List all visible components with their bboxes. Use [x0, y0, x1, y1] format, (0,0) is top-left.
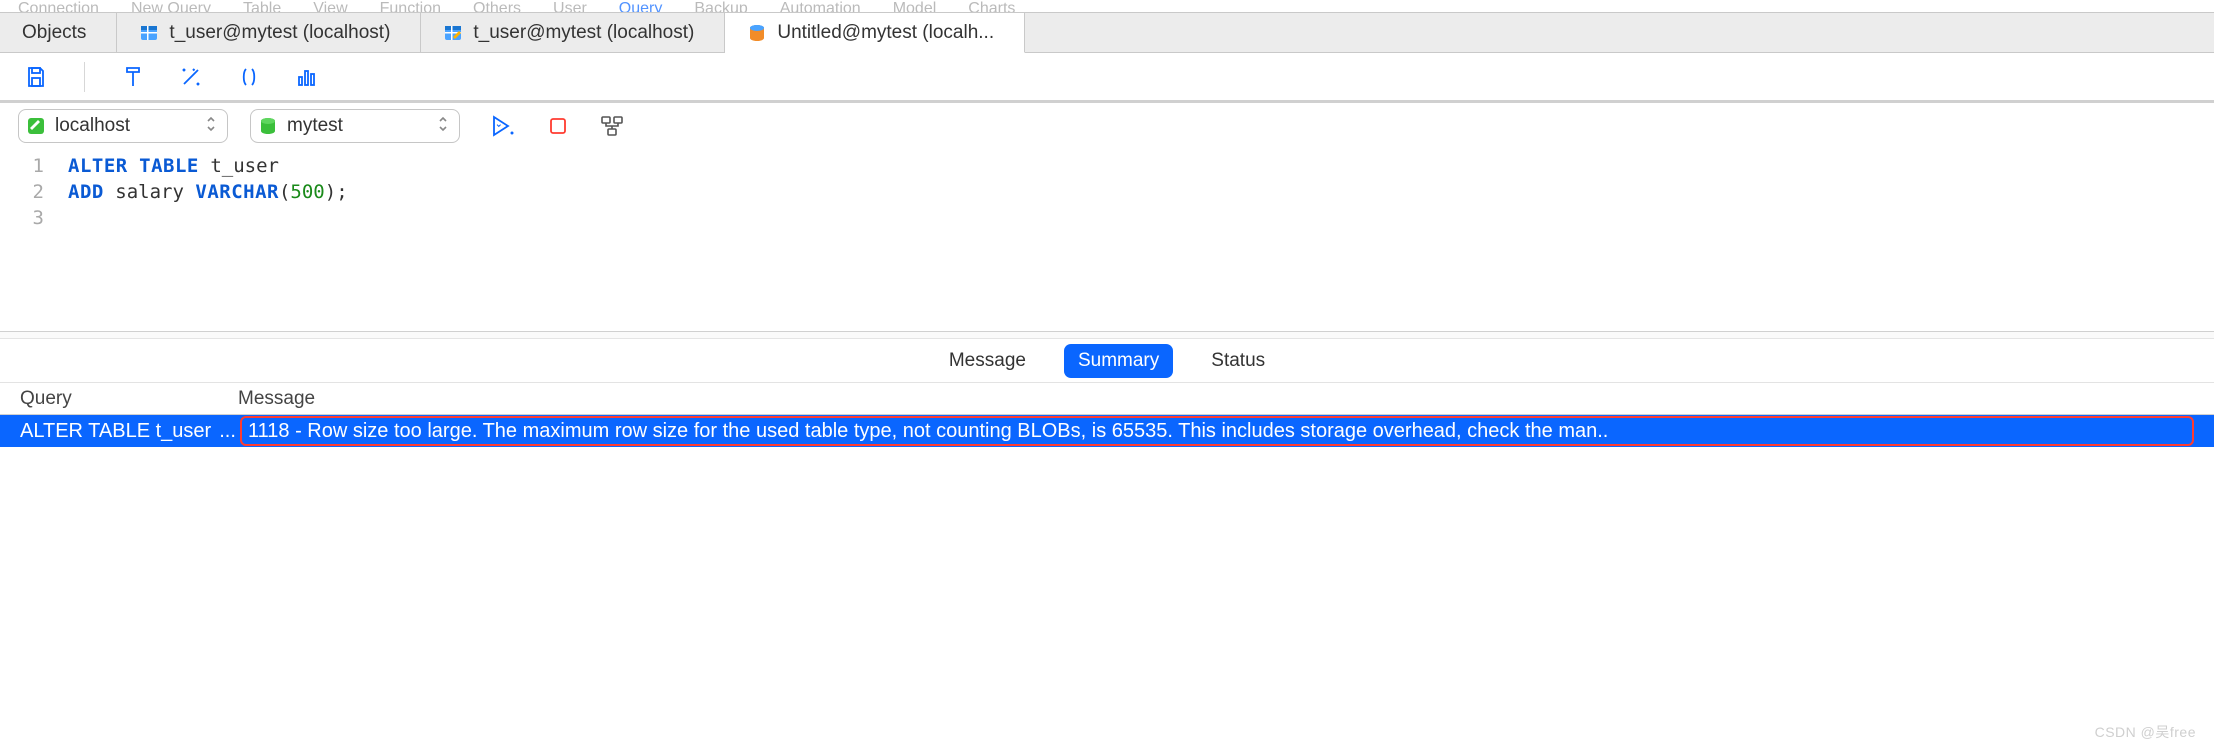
- result-row[interactable]: ALTER TABLE t_user ... 1118 - Row size t…: [0, 415, 2214, 447]
- tab-label: t_user@mytest (localhost): [169, 22, 390, 44]
- result-tab-strip: Message Summary Status: [0, 339, 2214, 383]
- editor-splitter[interactable]: [0, 331, 2214, 339]
- parentheses-icon[interactable]: [235, 63, 263, 91]
- column-header-message[interactable]: Message: [238, 388, 2194, 410]
- code-line: ADD salary VARCHAR(500);: [68, 179, 348, 205]
- connection-toolbar: localhost mytest: [0, 103, 2214, 149]
- chart-icon[interactable]: [293, 63, 321, 91]
- query-tab-icon: [747, 23, 767, 43]
- separator: [84, 62, 85, 92]
- tab-tuser-1[interactable]: t_user@mytest (localhost): [117, 13, 421, 52]
- database-icon: [257, 115, 279, 137]
- cell-query: ALTER TABLE t_user ...: [20, 420, 238, 443]
- explain-icon[interactable]: [598, 112, 626, 140]
- column-header-query[interactable]: Query: [20, 388, 238, 410]
- chevron-updown-icon: [437, 115, 449, 138]
- cell-message-highlighted: 1118 - Row size too large. The maximum r…: [240, 416, 2194, 446]
- line-gutter: 1 2 3: [0, 149, 54, 331]
- save-icon[interactable]: [22, 63, 50, 91]
- database-dropdown[interactable]: mytest: [250, 109, 460, 143]
- stop-button[interactable]: [544, 112, 572, 140]
- connection-icon: [25, 115, 47, 137]
- code-area[interactable]: ALTER TABLE t_user ADD salary VARCHAR(50…: [54, 149, 348, 331]
- tab-label: Untitled@mytest (localh...: [777, 22, 994, 44]
- line-number: 1: [0, 153, 44, 179]
- tab-tuser-2[interactable]: t_user@mytest (localhost): [421, 13, 725, 52]
- top-menubar: ConnectionNew QueryTableViewFunctionOthe…: [0, 0, 2214, 13]
- result-tab-summary[interactable]: Summary: [1064, 344, 1173, 378]
- format-icon[interactable]: [119, 63, 147, 91]
- code-line: ALTER TABLE t_user: [68, 153, 348, 179]
- magic-icon[interactable]: [177, 63, 205, 91]
- table-edit-icon: [443, 23, 463, 43]
- line-number: 3: [0, 205, 44, 231]
- editor-toolbar: [0, 53, 2214, 103]
- database-label: mytest: [287, 115, 429, 137]
- tab-label: Objects: [22, 22, 86, 44]
- editor-tab-strip: Objects t_user@mytest (localhost) t_user…: [0, 13, 2214, 53]
- connection-label: localhost: [55, 115, 197, 137]
- connection-dropdown[interactable]: localhost: [18, 109, 228, 143]
- tab-untitled-query[interactable]: Untitled@mytest (localh...: [725, 13, 1025, 53]
- result-tab-message[interactable]: Message: [935, 344, 1040, 378]
- sql-editor[interactable]: 1 2 3 ALTER TABLE t_user ADD salary VARC…: [0, 149, 2214, 331]
- run-actions: [490, 112, 626, 140]
- chevron-updown-icon: [205, 115, 217, 138]
- tab-objects[interactable]: Objects: [0, 13, 117, 52]
- line-number: 2: [0, 179, 44, 205]
- result-tab-status[interactable]: Status: [1197, 344, 1279, 378]
- run-button[interactable]: [490, 112, 518, 140]
- tab-label: t_user@mytest (localhost): [473, 22, 694, 44]
- code-line: [68, 205, 348, 231]
- watermark: CSDN @吴free: [2095, 722, 2196, 742]
- table-icon: [139, 23, 159, 43]
- result-grid-header: Query Message: [0, 383, 2214, 415]
